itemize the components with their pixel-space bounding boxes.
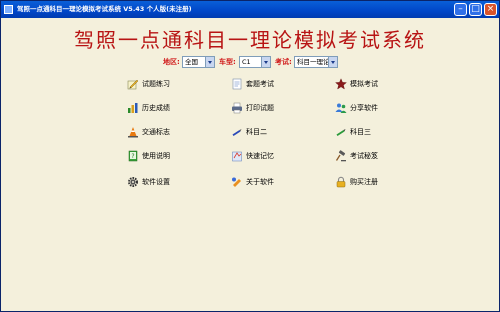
menu-subject-three[interactable]: 科目三 [335,124,371,140]
exam-value: 科目一理论 [297,58,330,66]
title-bar: 驾照一点通科目一理论模拟考试系统 V5.43 个人版(未注册) – □ × [1,1,499,18]
window-title: 驾照一点通科目一理论模拟考试系统 V5.43 个人版(未注册) [17,5,192,13]
menu-mock-exam[interactable]: 模拟考试 [335,76,378,92]
svg-text:?: ? [131,153,134,160]
menu-purchase[interactable]: 购买注册 [335,174,378,190]
menu-quick-memory[interactable]: 快速记忆 [231,148,274,164]
chevron-down-icon[interactable] [328,57,337,67]
menu-label: 历史成绩 [142,104,170,112]
menu-print[interactable]: 打印试题 [231,100,274,116]
star-icon [335,78,347,90]
menu-set-exam[interactable]: 套题考试 [231,76,274,92]
pencil-paper-icon [127,78,139,90]
menu-instructions[interactable]: ? 使用说明 [127,148,170,164]
menu-label: 考试秘笈 [350,152,378,160]
app-window: 驾照一点通科目一理论模拟考试系统 V5.43 个人版(未注册) – □ × 驾照… [0,0,500,312]
help-book-icon: ? [127,150,139,162]
car-type-value: C1 [242,58,251,66]
app-title: 驾照一点通科目一理论模拟考试系统 [74,28,426,52]
document-icon [231,78,243,90]
users-icon [335,102,347,114]
menu-label: 打印试题 [246,104,274,112]
exam-select[interactable]: 科目一理论 [294,56,338,68]
gavel-icon [335,150,347,162]
close-button[interactable]: × [484,3,497,16]
traffic-cone-icon [127,126,139,138]
menu-label: 科目三 [350,128,371,136]
car-type-select[interactable]: C1 [239,56,271,68]
menu-label: 软件设置 [142,178,170,186]
menu-history[interactable]: 历史成绩 [127,100,170,116]
menu-label: 快速记忆 [246,152,274,160]
menu-label: 交通标志 [142,128,170,136]
menu-practice[interactable]: 试题练习 [127,76,170,92]
region-value: 全国 [185,58,198,66]
info-icon [231,176,243,188]
app-icon [4,5,13,14]
chevron-down-icon[interactable] [261,57,270,67]
main-panel: 驾照一点通科目一理论模拟考试系统 地区: 全国 车型: C1 考试: 科目一理论 [1,18,499,311]
pen-icon [231,126,243,138]
region-label: 地区: [163,58,180,66]
region-select[interactable]: 全国 [182,56,215,68]
menu-traffic-signs[interactable]: 交通标志 [127,124,170,140]
menu-label: 购买注册 [350,178,378,186]
exam-label: 考试: [275,58,292,66]
menu-label: 分享软件 [350,104,378,112]
filter-bar: 地区: 全国 车型: C1 考试: 科目一理论 [1,56,499,70]
menu-label: 使用说明 [142,152,170,160]
menu-label: 套题考试 [246,80,274,88]
minimize-button[interactable]: – [454,3,467,16]
memo-icon [231,150,243,162]
menu-settings[interactable]: 软件设置 [127,174,170,190]
gear-icon [127,176,139,188]
marker-icon [335,126,347,138]
bar-chart-icon [127,102,139,114]
menu-label: 试题练习 [142,80,170,88]
menu-about[interactable]: 关于软件 [231,174,274,190]
chevron-down-icon[interactable] [205,57,214,67]
printer-icon [231,102,243,114]
menu-subject-two[interactable]: 科目二 [231,124,267,140]
menu-label: 关于软件 [246,178,274,186]
menu-share[interactable]: 分享软件 [335,100,378,116]
menu-exam-tips[interactable]: 考试秘笈 [335,148,378,164]
maximize-button[interactable]: □ [469,3,482,16]
lock-icon [335,176,347,188]
menu-label: 科目二 [246,128,267,136]
car-type-label: 车型: [219,58,236,66]
menu-label: 模拟考试 [350,80,378,88]
